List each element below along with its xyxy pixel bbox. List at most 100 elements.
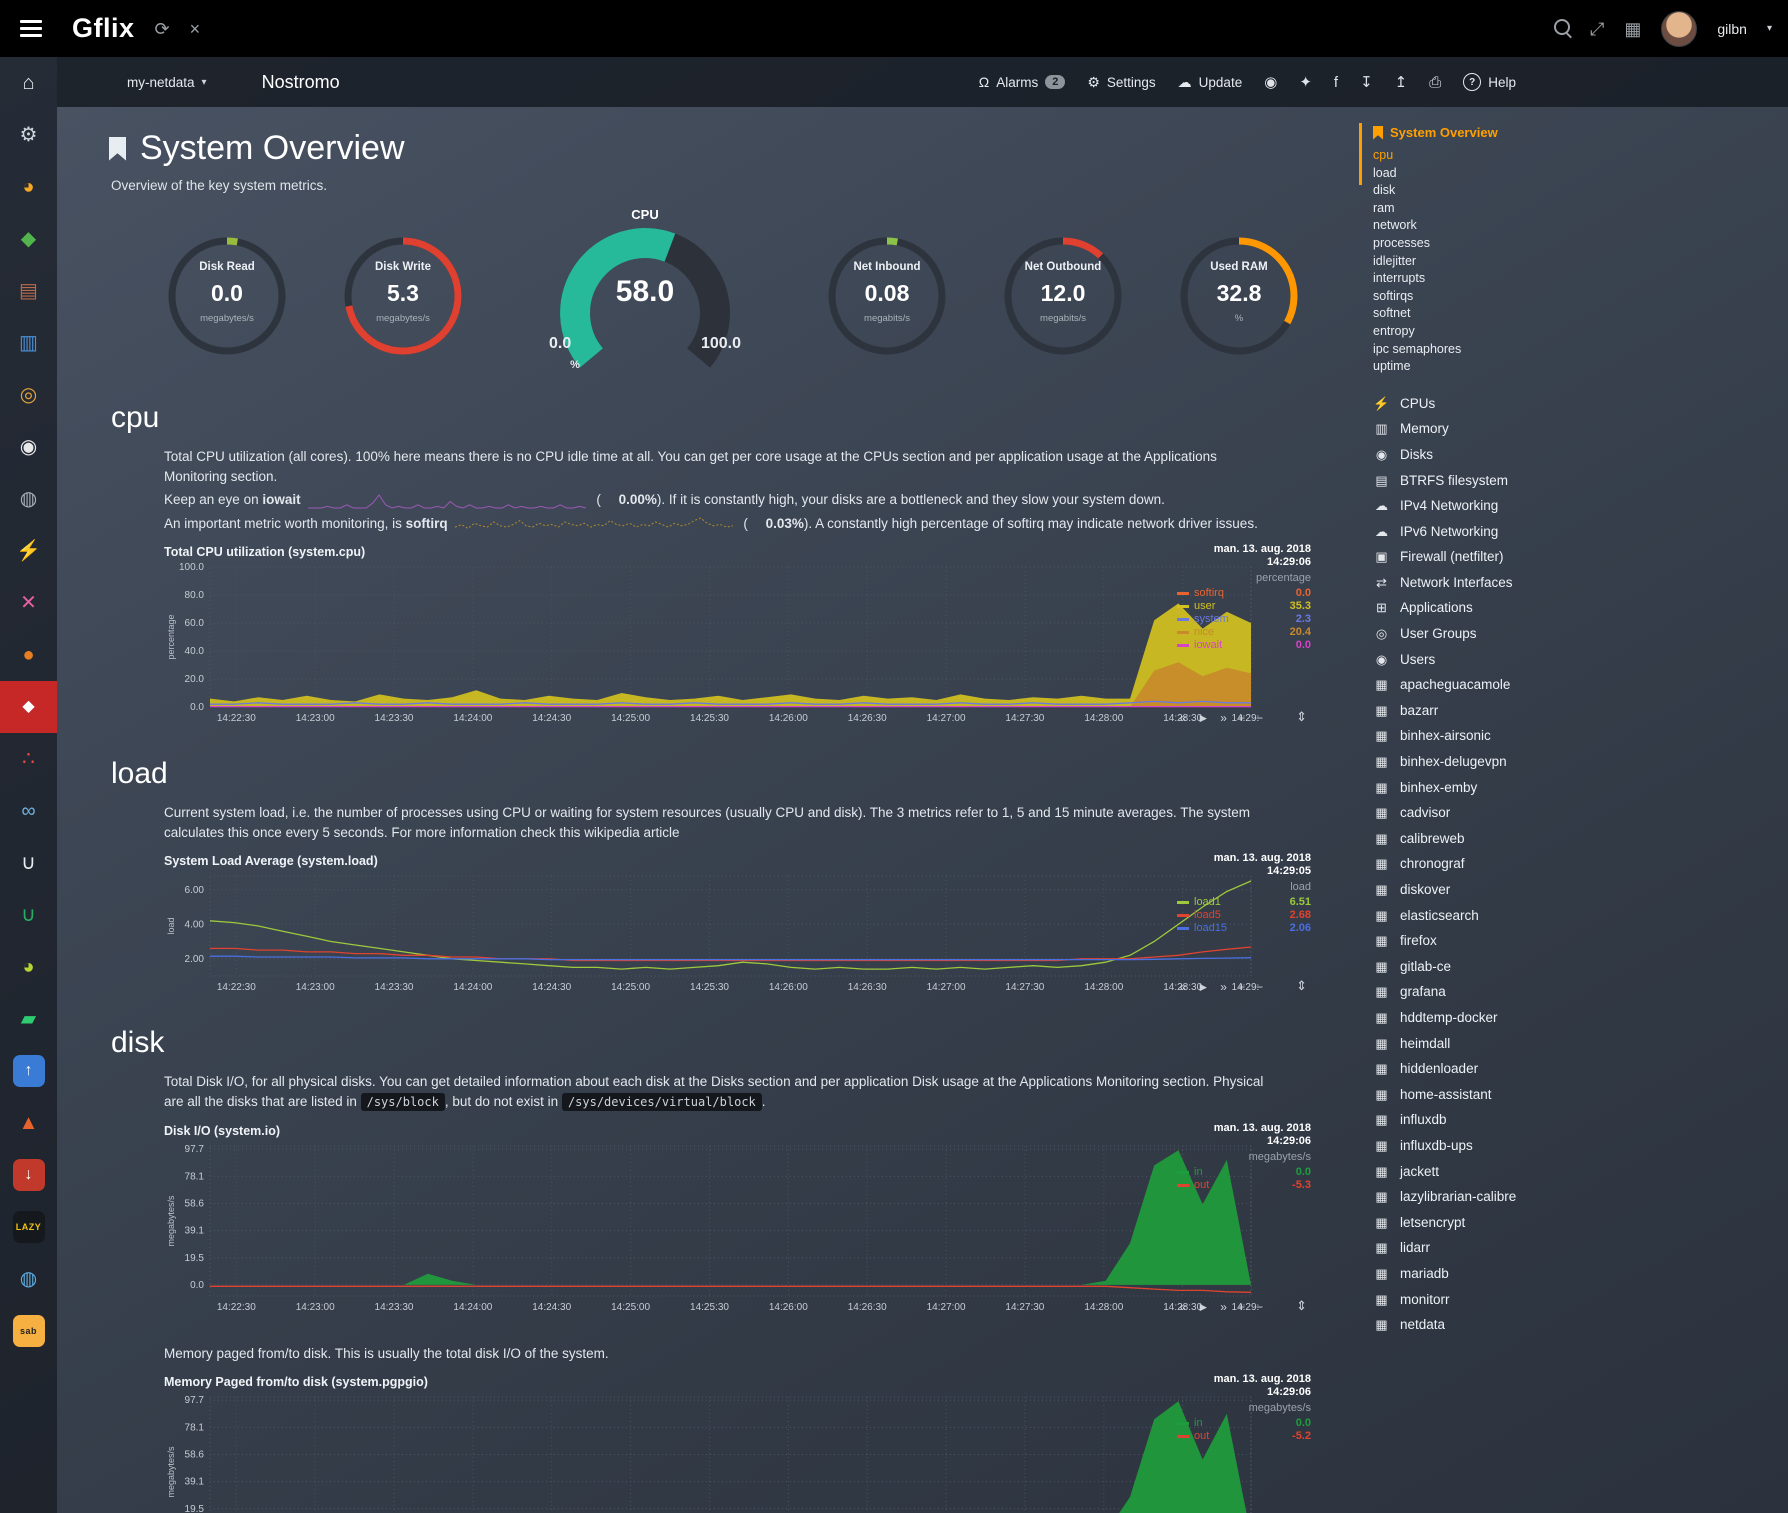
close-icon[interactable]: × — [190, 20, 201, 38]
play-icon[interactable]: ► — [1197, 711, 1209, 725]
legend-item[interactable]: load152.06 — [1177, 922, 1311, 935]
rail-item[interactable]: ✕ — [0, 577, 57, 629]
sidebar-item-user-groups[interactable]: ◎User Groups — [1373, 621, 1788, 647]
gauge-disk-read[interactable]: Disk Read0.0megabytes/s — [165, 234, 289, 358]
legend-item[interactable]: softirq0.0 — [1177, 587, 1311, 600]
rail-item[interactable]: ∪ — [0, 889, 57, 941]
sidebar-subitem-softnet[interactable]: softnet — [1373, 305, 1788, 323]
sidebar-item-apacheguacamole[interactable]: ▦apacheguacamole — [1373, 672, 1788, 698]
legend-item[interactable]: user35.3 — [1177, 600, 1311, 613]
resize-handle-icon[interactable]: ⇕ — [1296, 709, 1307, 725]
gauge-cpu[interactable]: CPU58.00.0100.0% — [537, 221, 753, 371]
sidebar-subitem-cpu[interactable]: cpu — [1373, 147, 1788, 165]
sidebar-subitem-disk[interactable]: disk — [1373, 182, 1788, 200]
legend-item[interactable]: in0.0 — [1177, 1417, 1311, 1430]
sidebar-item-influxdb[interactable]: ▦influxdb — [1373, 1107, 1788, 1133]
zoom-in-icon[interactable]: + — [1238, 711, 1245, 725]
fullscreen-icon[interactable]: ⤢ — [1590, 20, 1604, 38]
rail-item[interactable]: ◕ — [0, 941, 57, 993]
sidebar-item-ipv6-networking[interactable]: ☁IPv6 Networking — [1373, 519, 1788, 545]
zoom-in-icon[interactable]: + — [1238, 1300, 1245, 1314]
legend-item[interactable]: nice20.4 — [1177, 626, 1311, 639]
sidebar-item-firewall-netfilter-[interactable]: ▣Firewall (netfilter) — [1373, 544, 1788, 570]
sidebar-item-binhex-delugevpn[interactable]: ▦binhex-delugevpn — [1373, 749, 1788, 775]
sidebar-item-memory[interactable]: ▥Memory — [1373, 416, 1788, 442]
sidebar-item-users[interactable]: ◉Users — [1373, 647, 1788, 673]
legend-item[interactable]: iowait0.0 — [1177, 639, 1311, 652]
sidebar-subitem-processes[interactable]: processes — [1373, 235, 1788, 253]
rail-item[interactable]: ◆ — [0, 213, 57, 265]
sidebar-subitem-load[interactable]: load — [1373, 165, 1788, 183]
legend-item[interactable]: system2.3 — [1177, 613, 1311, 626]
chart-plot[interactable]: 0.020.040.060.080.0100.014:22:3014:23:00… — [164, 561, 1259, 727]
rail-item[interactable]: ↑ — [0, 1045, 57, 1097]
rail-item[interactable]: ◍ — [0, 1253, 57, 1305]
avatar[interactable] — [1661, 11, 1697, 47]
zoom-in-icon[interactable]: + — [1238, 980, 1245, 994]
sidebar-subitem-ipc-semaphores[interactable]: ipc semaphores — [1373, 341, 1788, 359]
sidebar-item-system-overview[interactable]: System Overview — [1373, 125, 1788, 140]
rail-item[interactable]: ∴ — [0, 733, 57, 785]
pan-forward-icon[interactable]: » — [1220, 711, 1227, 725]
sidebar-item-hddtemp-docker[interactable]: ▦hddtemp-docker — [1373, 1005, 1788, 1031]
sidebar-subitem-ram[interactable]: ram — [1373, 200, 1788, 218]
chart-plot[interactable]: 0.019.539.158.678.197.714:22:3014:23:001… — [164, 1391, 1259, 1513]
rail-item[interactable]: ↓ — [0, 1149, 57, 1201]
pan-backward-icon[interactable]: « — [1180, 711, 1187, 725]
update-button[interactable]: ☁ Update — [1178, 74, 1243, 91]
hamburger-menu-icon[interactable] — [16, 12, 46, 45]
iowait-sparkline[interactable] — [307, 493, 587, 509]
sidebar-item-monitorr[interactable]: ▦monitorr — [1373, 1287, 1788, 1313]
sidebar-subitem-softirqs[interactable]: softirqs — [1373, 288, 1788, 306]
legend-item[interactable]: out-5.2 — [1177, 1430, 1311, 1443]
legend-item[interactable]: load52.68 — [1177, 909, 1311, 922]
rail-item[interactable]: ◉ — [0, 421, 57, 473]
rail-item[interactable]: ▤ — [0, 265, 57, 317]
print-icon[interactable]: ⎙ — [1429, 74, 1441, 91]
settings-button[interactable]: ⚙ Settings — [1087, 74, 1155, 91]
rail-item[interactable]: ⌂ — [0, 57, 57, 109]
refresh-icon[interactable]: ⟳ — [155, 20, 170, 38]
sidebar-item-cadvisor[interactable]: ▦cadvisor — [1373, 800, 1788, 826]
upload-icon[interactable]: ↥ — [1395, 73, 1408, 91]
rail-item[interactable]: ▥ — [0, 317, 57, 369]
resize-handle-icon[interactable]: ⇕ — [1296, 978, 1307, 994]
sidebar-item-chronograf[interactable]: ▦chronograf — [1373, 851, 1788, 877]
rail-item[interactable]: ◍ — [0, 473, 57, 525]
sidebar-item-elasticsearch[interactable]: ▦elasticsearch — [1373, 903, 1788, 929]
sidebar-item-btrfs-filesystem[interactable]: ▤BTRFS filesystem — [1373, 468, 1788, 494]
rail-item[interactable]: sab — [0, 1305, 57, 1357]
pan-backward-icon[interactable]: « — [1180, 1300, 1187, 1314]
rail-item[interactable]: ∪ — [0, 837, 57, 889]
search-icon[interactable] — [1554, 19, 1570, 38]
sidebar-item-jackett[interactable]: ▦jackett — [1373, 1159, 1788, 1185]
rail-item[interactable]: ▰ — [0, 993, 57, 1045]
twitter-icon[interactable]: ✦ — [1299, 73, 1312, 91]
sidebar-item-cpus[interactable]: ⚡CPUs — [1373, 391, 1788, 417]
sidebar-item-disks[interactable]: ◉Disks — [1373, 442, 1788, 468]
rail-item[interactable]: ⚙ — [0, 109, 57, 161]
rail-item[interactable]: ∞ — [0, 785, 57, 837]
sidebar-item-applications[interactable]: ⊞Applications — [1373, 595, 1788, 621]
pan-forward-icon[interactable]: » — [1220, 980, 1227, 994]
chart-plot[interactable]: 0.019.539.158.678.197.714:22:3014:23:001… — [164, 1140, 1259, 1316]
zoom-out-icon[interactable]: − — [1256, 1300, 1263, 1314]
play-icon[interactable]: ► — [1197, 980, 1209, 994]
username[interactable]: gilbn — [1717, 21, 1747, 37]
sidebar-item-mariadb[interactable]: ▦mariadb — [1373, 1261, 1788, 1287]
sidebar-subitem-idlejitter[interactable]: idlejitter — [1373, 253, 1788, 271]
facebook-icon[interactable]: f — [1334, 74, 1338, 91]
sidebar-item-ipv4-networking[interactable]: ☁IPv4 Networking — [1373, 493, 1788, 519]
zoom-out-icon[interactable]: − — [1256, 980, 1263, 994]
rail-item[interactable]: ◎ — [0, 369, 57, 421]
sidebar-item-bazarr[interactable]: ▦bazarr — [1373, 698, 1788, 724]
sidebar-item-influxdb-ups[interactable]: ▦influxdb-ups — [1373, 1133, 1788, 1159]
gauge-net-outbound[interactable]: Net Outbound12.0megabits/s — [1001, 234, 1125, 358]
sidebar-item-letsencrypt[interactable]: ▦letsencrypt — [1373, 1210, 1788, 1236]
rail-item[interactable]: ▲ — [0, 1097, 57, 1149]
sidebar-subitem-entropy[interactable]: entropy — [1373, 323, 1788, 341]
alarms-button[interactable]: Ω Alarms 2 — [979, 74, 1066, 90]
github-icon[interactable]: ◉ — [1264, 73, 1277, 91]
rail-item[interactable]: ● — [0, 629, 57, 681]
rail-item[interactable]: LAZY — [0, 1201, 57, 1253]
